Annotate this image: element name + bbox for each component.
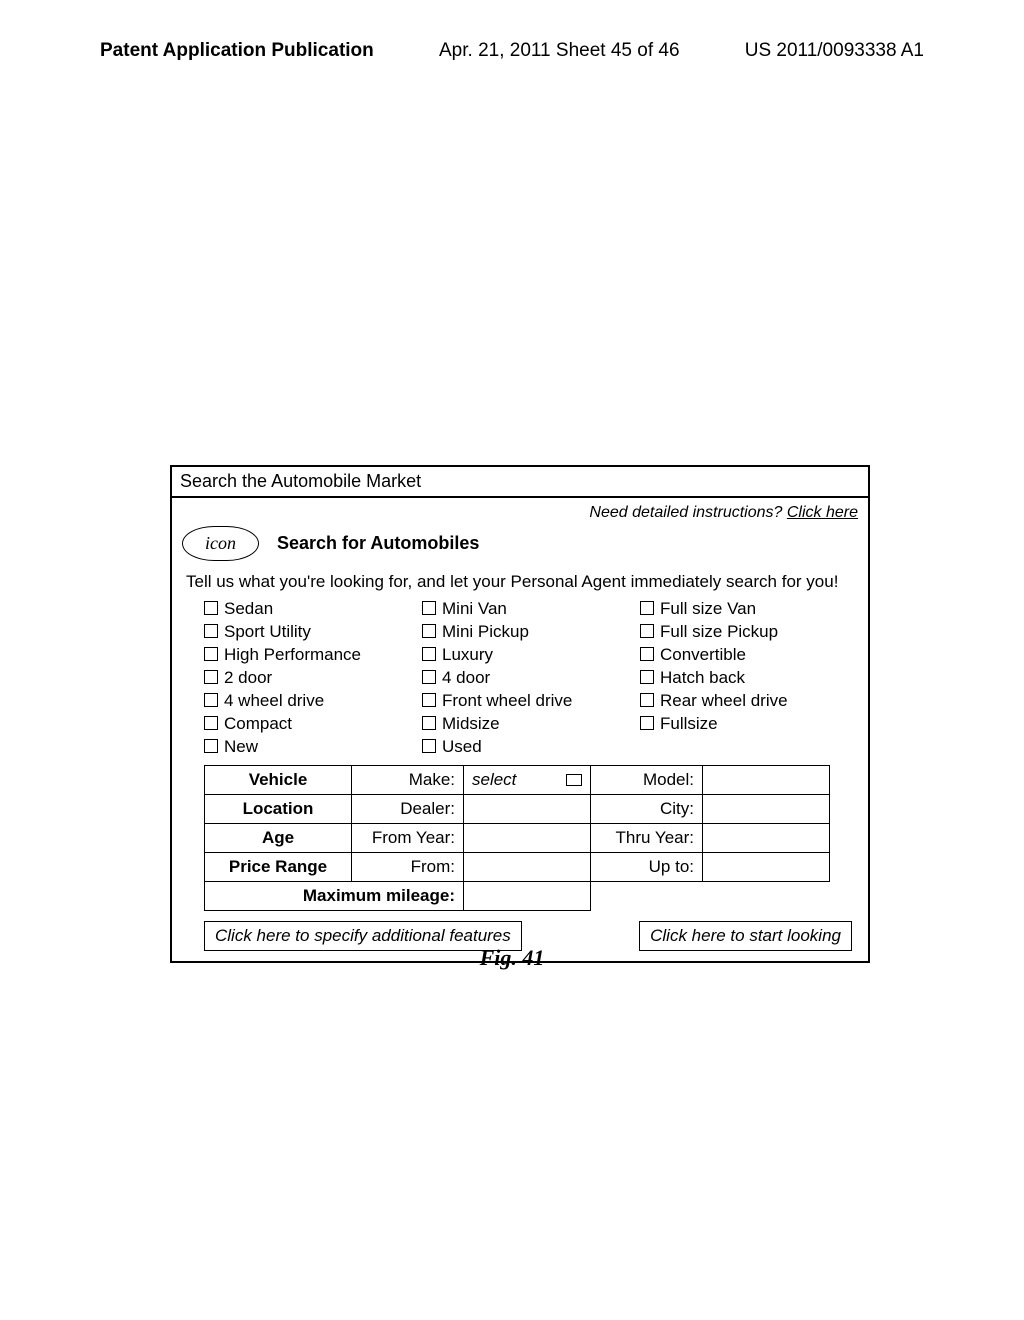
dealer-input[interactable] xyxy=(464,794,591,823)
price-from-input[interactable] xyxy=(464,852,591,881)
row-vehicle: Vehicle Make: select Model: xyxy=(205,765,830,794)
checkbox-icon xyxy=(204,670,218,684)
checkbox-icon xyxy=(422,624,436,638)
cb-full-van[interactable]: Full size Van xyxy=(640,598,858,621)
cb-convertible[interactable]: Convertible xyxy=(640,644,858,667)
help-link[interactable]: Click here xyxy=(787,504,858,521)
checkbox-icon xyxy=(422,670,436,684)
city-label: City: xyxy=(591,794,703,823)
cb-compact[interactable]: Compact xyxy=(204,713,422,736)
mileage-label: Maximum mileage: xyxy=(205,881,464,910)
row-location: Location Dealer: City: xyxy=(205,794,830,823)
cb-rwd[interactable]: Rear wheel drive xyxy=(640,690,858,713)
cb-high-perf[interactable]: High Performance xyxy=(204,644,422,667)
checkbox-icon xyxy=(204,624,218,638)
mileage-input[interactable] xyxy=(464,881,591,910)
row-mileage: Maximum mileage: xyxy=(205,881,830,910)
pub-label: Patent Application Publication xyxy=(100,40,374,62)
from-year-input[interactable] xyxy=(464,823,591,852)
checkbox-grid: Sedan Sport Utility High Performance 2 d… xyxy=(204,598,858,759)
cb-mini-van[interactable]: Mini Van xyxy=(422,598,640,621)
help-text: Need detailed instructions? xyxy=(589,504,786,521)
thru-year-label: Thru Year: xyxy=(591,823,703,852)
cb-used[interactable]: Used xyxy=(422,736,640,759)
figure-label: Fig. 41 xyxy=(0,945,1024,971)
cb-4wd[interactable]: 4 wheel drive xyxy=(204,690,422,713)
checkbox-icon xyxy=(422,716,436,730)
cb-mini-pickup[interactable]: Mini Pickup xyxy=(422,621,640,644)
from-year-label: From Year: xyxy=(352,823,464,852)
cb-fwd[interactable]: Front wheel drive xyxy=(422,690,640,713)
pub-number: US 2011/0093338 A1 xyxy=(745,40,924,62)
row-label: Location xyxy=(205,794,352,823)
checkbox-icon xyxy=(204,739,218,753)
panel-title: Search the Automobile Market xyxy=(172,467,868,498)
dealer-label: Dealer: xyxy=(352,794,464,823)
help-row: Need detailed instructions? Click here xyxy=(182,504,858,522)
sheet-label: Apr. 21, 2011 Sheet 45 of 46 xyxy=(439,40,680,62)
make-label: Make: xyxy=(352,765,464,794)
cb-new[interactable]: New xyxy=(204,736,422,759)
city-input[interactable] xyxy=(703,794,830,823)
cb-full-pickup[interactable]: Full size Pickup xyxy=(640,621,858,644)
criteria-table: Vehicle Make: select Model: Location Dea… xyxy=(204,765,830,911)
row-age: Age From Year: Thru Year: xyxy=(205,823,830,852)
model-label: Model: xyxy=(591,765,703,794)
price-from-label: From: xyxy=(352,852,464,881)
make-select[interactable]: select xyxy=(464,765,591,794)
price-to-label: Up to: xyxy=(591,852,703,881)
cb-midsize[interactable]: Midsize xyxy=(422,713,640,736)
row-label: Vehicle xyxy=(205,765,352,794)
row-label: Age xyxy=(205,823,352,852)
cb-fullsize[interactable]: Fullsize xyxy=(640,713,858,736)
row-price: Price Range From: Up to: xyxy=(205,852,830,881)
checkbox-icon xyxy=(640,693,654,707)
checkbox-icon xyxy=(640,716,654,730)
checkbox-icon xyxy=(640,647,654,661)
checkbox-icon xyxy=(422,601,436,615)
section-title: Search for Automobiles xyxy=(277,533,479,554)
row-label: Price Range xyxy=(205,852,352,881)
search-panel: Search the Automobile Market Need detail… xyxy=(170,465,870,963)
thru-year-input[interactable] xyxy=(703,823,830,852)
checkbox-icon xyxy=(204,601,218,615)
cb-4door[interactable]: 4 door xyxy=(422,667,640,690)
checkbox-icon xyxy=(422,647,436,661)
price-to-input[interactable] xyxy=(703,852,830,881)
cb-2door[interactable]: 2 door xyxy=(204,667,422,690)
checkbox-icon xyxy=(204,716,218,730)
checkbox-icon xyxy=(204,647,218,661)
checkbox-icon xyxy=(640,601,654,615)
checkbox-icon xyxy=(422,739,436,753)
cb-hatchback[interactable]: Hatch back xyxy=(640,667,858,690)
page-header: Patent Application Publication Apr. 21, … xyxy=(0,0,1024,72)
intro-text: Tell us what you're looking for, and let… xyxy=(186,571,858,592)
cb-sport-utility[interactable]: Sport Utility xyxy=(204,621,422,644)
checkbox-icon xyxy=(640,670,654,684)
header-icon: icon xyxy=(182,526,259,561)
checkbox-icon xyxy=(204,693,218,707)
checkbox-icon xyxy=(640,624,654,638)
model-input[interactable] xyxy=(703,765,830,794)
cb-sedan[interactable]: Sedan xyxy=(204,598,422,621)
cb-luxury[interactable]: Luxury xyxy=(422,644,640,667)
checkbox-icon xyxy=(422,693,436,707)
chevron-down-icon xyxy=(566,774,582,786)
